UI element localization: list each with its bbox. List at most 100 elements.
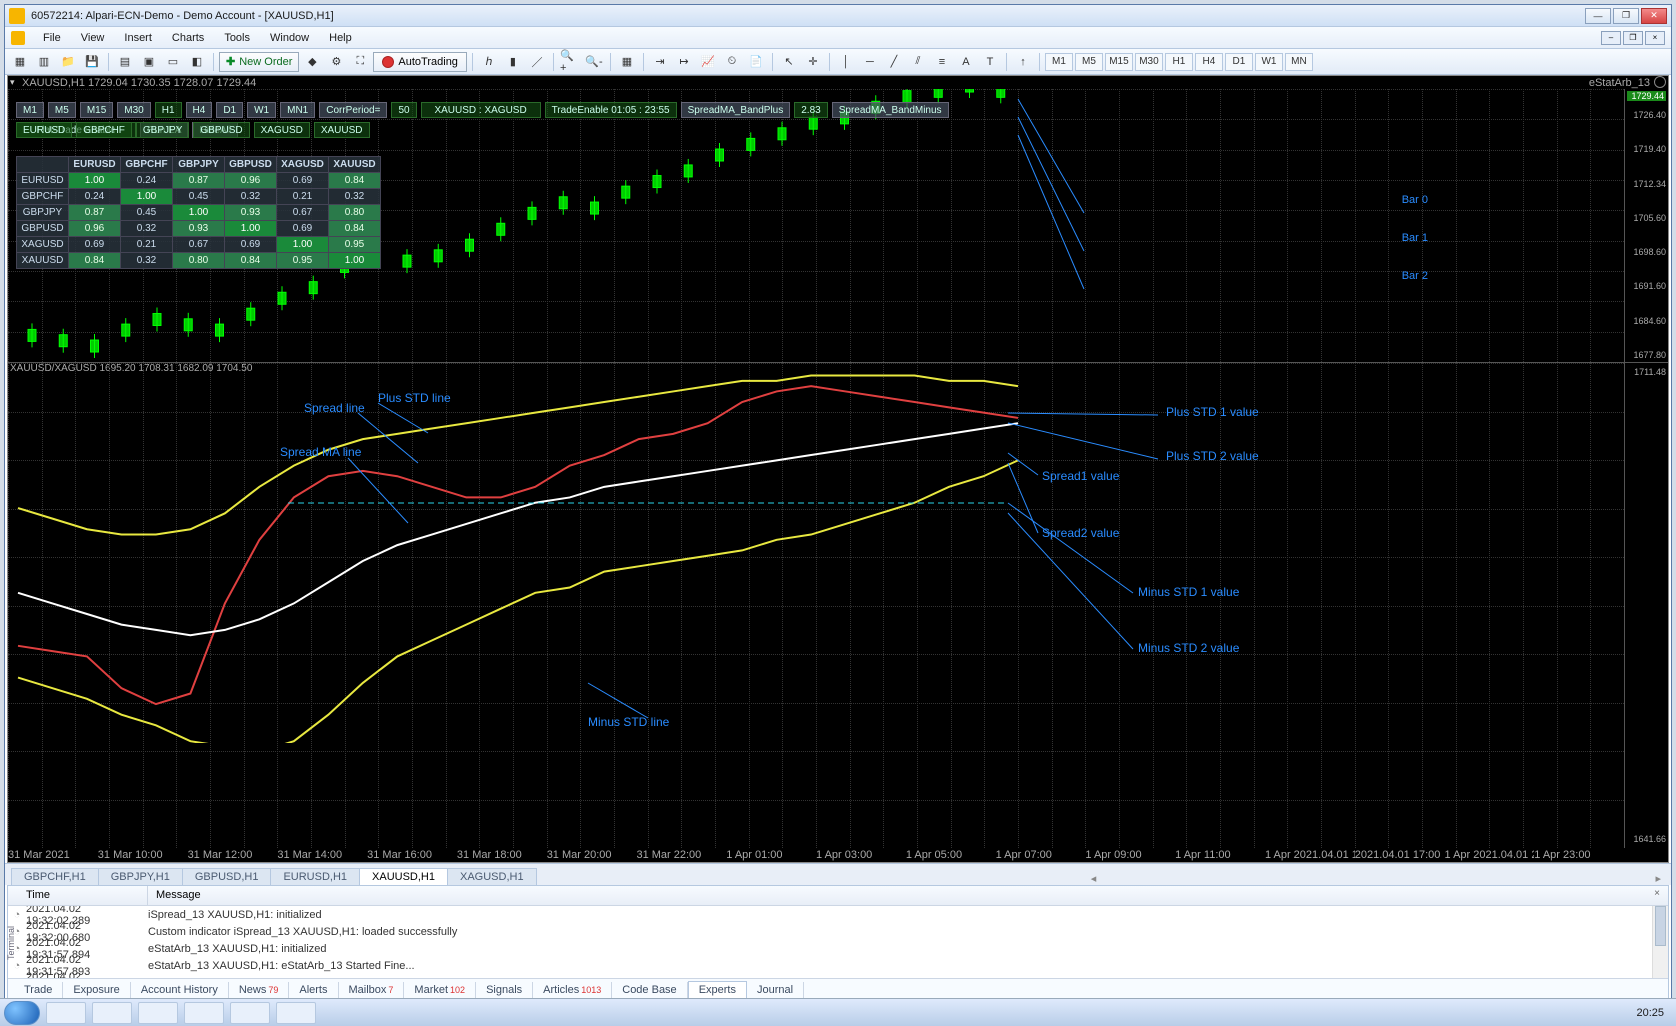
mdi-minimize[interactable]: – <box>1601 31 1621 45</box>
save-icon[interactable]: 💾 <box>81 52 103 72</box>
terminal-tab-articles[interactable]: Articles 1013 <box>533 982 612 998</box>
terminal-tab-news[interactable]: News 79 <box>229 982 290 998</box>
profile-icon[interactable]: ▥ <box>33 52 55 72</box>
shift-icon[interactable]: ↦ <box>673 52 695 72</box>
overlay-tradeenable-01-05---23-55[interactable]: TradeEnable 01:05 : 23:55 <box>545 102 677 118</box>
minimize-button[interactable]: — <box>1585 8 1611 24</box>
tab-scroll-left[interactable]: ◂ <box>1087 872 1101 885</box>
terminal-icon[interactable]: ▭ <box>162 52 184 72</box>
timeframe-MN[interactable]: MN <box>1285 53 1313 71</box>
templates-icon[interactable]: 📄 <box>745 52 767 72</box>
overlay-50[interactable]: 50 <box>391 102 416 118</box>
menu-tools[interactable]: Tools <box>214 30 260 46</box>
timeframe-D1[interactable]: D1 <box>1225 53 1253 71</box>
timeframe-H4[interactable]: H4 <box>1195 53 1223 71</box>
new-chart-icon[interactable]: ▦ <box>9 52 31 72</box>
log-row[interactable]: ◔2021.04.02 19:32:02.289iSpread_13 XAUUS… <box>8 906 1668 923</box>
log-row[interactable]: ◔2021.04.02 19:31:57.894eStatArb_13 XAUU… <box>8 940 1668 957</box>
menu-insert[interactable]: Insert <box>114 30 162 46</box>
overlay-2-83[interactable]: 2.83 <box>794 102 827 118</box>
overlay-m30[interactable]: M30 <box>117 102 150 118</box>
maximize-button[interactable]: ❐ <box>1613 8 1639 24</box>
pair-button-gbpchf[interactable]: GBPCHF <box>76 122 132 138</box>
overlay-m15[interactable]: M15 <box>80 102 113 118</box>
log-row[interactable]: ◔2021.04.02 19:32:00.680Custom indicator… <box>8 923 1668 940</box>
timeframe-M30[interactable]: M30 <box>1135 53 1163 71</box>
chart-tab-xauusd-h1[interactable]: XAUUSD,H1 <box>359 868 448 885</box>
log-scrollbar[interactable] <box>1652 906 1668 978</box>
os-taskbar[interactable]: 20:25 <box>0 998 1676 1026</box>
crosshair-icon[interactable]: ✛ <box>802 52 824 72</box>
overlay-xauusd---xagusd[interactable]: XAUUSD : XAGUSD <box>421 102 541 118</box>
terminal-tab-signals[interactable]: Signals <box>476 982 533 998</box>
overlay-spreadma-bandminus[interactable]: SpreadMA_BandMinus <box>832 102 949 118</box>
tab-scroll-right[interactable]: ▸ <box>1651 872 1665 885</box>
menu-file[interactable]: File <box>33 30 71 46</box>
timeframe-M15[interactable]: M15 <box>1105 53 1133 71</box>
indicators-icon[interactable]: 📈 <box>697 52 719 72</box>
periods-icon[interactable]: ⏲ <box>721 52 743 72</box>
terminal-tab-code-base[interactable]: Code Base <box>612 982 687 998</box>
menu-charts[interactable]: Charts <box>162 30 214 46</box>
arrows-icon[interactable]: ↑ <box>1012 52 1034 72</box>
overlay-w1[interactable]: W1 <box>247 102 276 118</box>
overlay-m5[interactable]: M5 <box>48 102 76 118</box>
overlay-mn1[interactable]: MN1 <box>280 102 315 118</box>
vline-icon[interactable]: │ <box>835 52 857 72</box>
chart-tab-eurusd-h1[interactable]: EURUSD,H1 <box>270 868 360 885</box>
terminal-tab-alerts[interactable]: Alerts <box>289 982 338 998</box>
timeframe-M1[interactable]: M1 <box>1045 53 1073 71</box>
taskbar-app[interactable] <box>230 1002 270 1024</box>
terminal-tab-trade[interactable]: Trade <box>14 982 63 998</box>
bars-icon[interactable]: ℎ <box>478 52 500 72</box>
pair-button-gbpusd[interactable]: GBPUSD <box>193 122 249 138</box>
taskbar-app[interactable] <box>138 1002 178 1024</box>
terminal-tab-exposure[interactable]: Exposure <box>63 982 130 998</box>
taskbar-clock[interactable]: 20:25 <box>1628 1007 1672 1019</box>
mdi-close[interactable]: × <box>1645 31 1665 45</box>
terminal-tab-mailbox[interactable]: Mailbox 7 <box>339 982 405 998</box>
zoomout-icon[interactable]: 🔍- <box>583 52 605 72</box>
tester-icon[interactable]: ◧ <box>186 52 208 72</box>
options-icon[interactable]: ⚙ <box>325 52 347 72</box>
terminal-tab-account-history[interactable]: Account History <box>131 982 229 998</box>
new-order-button[interactable]: ✚New Order <box>219 52 299 72</box>
zoomin-icon[interactable]: 🔍+ <box>559 52 581 72</box>
channel-icon[interactable]: ⫽ <box>907 52 929 72</box>
pair-button-xauusd[interactable]: XAUUSD <box>314 122 370 138</box>
terminal-close-icon[interactable]: × <box>1650 888 1664 902</box>
chart-tab-gbpchf-h1[interactable]: GBPCHF,H1 <box>11 868 99 885</box>
hline-icon[interactable]: ─ <box>859 52 881 72</box>
marketwatch-icon[interactable]: ▤ <box>114 52 136 72</box>
terminal-tab-experts[interactable]: Experts <box>688 981 747 998</box>
taskbar-app[interactable] <box>276 1002 316 1024</box>
line-icon[interactable]: ／ <box>526 52 548 72</box>
overlay-d1[interactable]: D1 <box>216 102 243 118</box>
label-icon[interactable]: T <box>979 52 1001 72</box>
text-icon[interactable]: A <box>955 52 977 72</box>
start-button[interactable] <box>4 1001 40 1025</box>
candles-icon[interactable]: ▮ <box>502 52 524 72</box>
fibo-icon[interactable]: ≡ <box>931 52 953 72</box>
overlay-corrperiod-[interactable]: CorrPeriod= <box>319 102 387 118</box>
indicator-subwindow[interactable]: XAUUSD/XAGUSD 1695.20 1708.31 1682.09 17… <box>8 363 1668 862</box>
chart-tab-gbpusd-h1[interactable]: GBPUSD,H1 <box>182 868 272 885</box>
menu-view[interactable]: View <box>71 30 115 46</box>
taskbar-app[interactable] <box>46 1002 86 1024</box>
timeframe-H1[interactable]: H1 <box>1165 53 1193 71</box>
terminal-tab-journal[interactable]: Journal <box>747 982 804 998</box>
titlebar[interactable]: 60572214: Alpari-ECN-Demo - Demo Account… <box>5 5 1671 27</box>
metaeditor-icon[interactable]: ◆ <box>301 52 323 72</box>
log-row[interactable]: ◔2021.04.02 19:31:57.893eStatArb_13 XAUU… <box>8 957 1668 974</box>
price-chart[interactable]: ▾ XAUUSD,H1 1729.04 1730.35 1728.07 1729… <box>8 76 1668 363</box>
taskbar-app[interactable] <box>184 1002 224 1024</box>
overlay-m1[interactable]: M1 <box>16 102 44 118</box>
pair-button-eurusd[interactable]: EURUSD <box>16 122 72 138</box>
autotrading-button[interactable]: AutoTrading <box>373 52 467 72</box>
terminal-tab-market[interactable]: Market 102 <box>404 982 476 998</box>
trendline-icon[interactable]: ╱ <box>883 52 905 72</box>
menu-window[interactable]: Window <box>260 30 319 46</box>
taskbar-app[interactable] <box>92 1002 132 1024</box>
timeframe-M5[interactable]: M5 <box>1075 53 1103 71</box>
chart-tab-xagusd-h1[interactable]: XAGUSD,H1 <box>447 868 537 885</box>
